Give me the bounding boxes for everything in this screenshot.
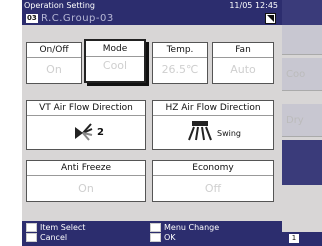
sidebar-lower-block <box>282 140 322 185</box>
anti-freeze-card[interactable]: Anti Freeze On <box>26 160 146 202</box>
arrow-keys-icon <box>26 223 37 232</box>
ok-text: OK <box>164 233 176 242</box>
hz-air-flow-card[interactable]: HZ Air Flow Direction Swing <box>152 100 274 150</box>
header-bar: Operation Setting 11/05 12:45 <box>22 0 282 12</box>
operation-setting-panel: Operation Setting 11/05 12:45 03 R.C.Gro… <box>22 0 282 246</box>
ok-hint: OK <box>150 233 176 243</box>
group-number-badge: 03 <box>26 14 38 23</box>
sidebar-item-dry[interactable]: Dry <box>282 104 322 137</box>
fan-card[interactable]: Fan Auto <box>212 42 274 84</box>
cancel-hint: Cancel <box>26 233 67 243</box>
fan-label: Fan <box>213 43 273 58</box>
group-bar: 03 R.C.Group-03 <box>22 12 282 25</box>
on-off-value: On <box>46 63 62 76</box>
sidebar-blank-item <box>282 25 322 55</box>
vt-air-flow-value: 2 <box>97 127 104 138</box>
anti-freeze-label: Anti Freeze <box>27 161 145 176</box>
temp-card[interactable]: Temp. 26.5℃ <box>152 42 208 84</box>
horizontal-louver-icon <box>188 121 212 141</box>
vt-air-flow-card[interactable]: VT Air Flow Direction 2 <box>26 100 146 150</box>
fan-value: Auto <box>230 63 256 76</box>
cancel-key-icon <box>26 233 37 242</box>
vt-air-flow-label: VT Air Flow Direction <box>27 101 145 116</box>
hz-air-flow-value: Swing <box>217 129 241 138</box>
hint-bar: Item Select Cancel Menu Change OK <box>22 221 282 246</box>
enter-key-icon <box>150 233 161 242</box>
mode-label: Mode <box>86 41 144 57</box>
cancel-text: Cancel <box>40 233 68 242</box>
vertical-louver-icon <box>75 123 93 141</box>
group-name: R.C.Group-03 <box>41 13 114 24</box>
sidebar-top-block <box>282 0 322 25</box>
filter-sign-icon <box>265 13 276 24</box>
page-number: 1 <box>289 234 299 243</box>
hz-air-flow-label: HZ Air Flow Direction <box>153 101 273 116</box>
sidebar-item-cool[interactable]: Coo <box>282 58 322 91</box>
settings-area: On/Off On Temp. 26.5℃ Fan Auto Mode Cool… <box>22 25 282 221</box>
temp-label: Temp. <box>153 43 207 58</box>
mode-value: Cool <box>102 59 128 72</box>
menu-change-hint: Menu Change <box>150 223 219 233</box>
economy-card[interactable]: Economy Off <box>152 160 274 202</box>
left-margin <box>0 0 22 246</box>
mode-card[interactable]: Mode Cool <box>84 39 146 83</box>
clock: 11/05 12:45 <box>229 1 278 10</box>
screen: Operation Setting 11/05 12:45 03 R.C.Gro… <box>0 0 322 246</box>
economy-value: Off <box>204 182 222 195</box>
on-off-label: On/Off <box>27 43 81 58</box>
menu-key-icon <box>150 223 161 232</box>
economy-label: Economy <box>153 161 273 176</box>
temp-value: 26.5℃ <box>161 63 199 76</box>
mode-sidebar: Coo Dry 1 <box>282 0 322 246</box>
page-indicator: 1 <box>282 232 322 246</box>
on-off-card[interactable]: On/Off On <box>26 42 82 84</box>
item-select-text: Item Select <box>40 223 86 232</box>
screen-title: Operation Setting <box>24 1 95 10</box>
anti-freeze-value: On <box>78 182 94 195</box>
menu-change-text: Menu Change <box>164 223 220 232</box>
item-select-hint: Item Select <box>26 223 85 233</box>
